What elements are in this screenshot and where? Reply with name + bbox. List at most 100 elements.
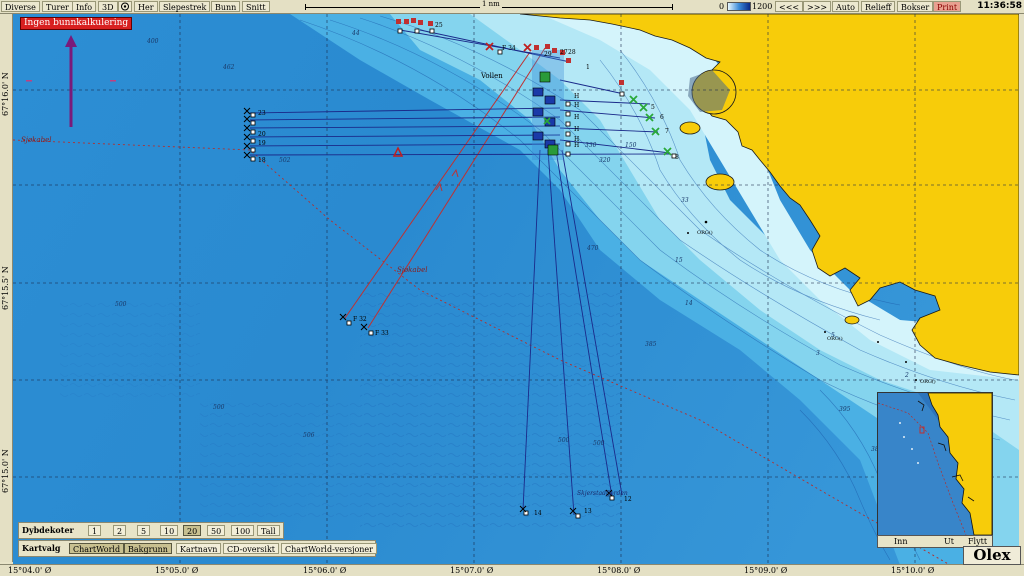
label-f32: F 32: [353, 316, 367, 323]
latitude-label-3: 67°15.0' N: [1, 449, 10, 493]
depth-color-bar[interactable]: [727, 2, 751, 11]
zoom-out-button[interactable]: <<<: [775, 1, 804, 12]
olex-logo[interactable]: Olex: [963, 546, 1021, 565]
label-f34: F 34: [502, 45, 516, 52]
label-sjokabel-2: Sjøkabel: [397, 266, 428, 274]
depth-contour-panel: Dybdekoter 1 2 5 10 20 50 100 Tall: [18, 522, 284, 539]
depth-label-3: 462: [223, 64, 235, 71]
scale-bar: 1 nm: [305, 0, 673, 10]
depth-label-22: 14: [685, 300, 693, 307]
label-skjerstad: Skjerstadfjorden: [577, 490, 628, 497]
label-23: 23: [258, 110, 266, 117]
label-vollen: Vollen: [481, 72, 503, 80]
label-8: 8: [675, 154, 679, 161]
label-h-6: H: [574, 142, 580, 149]
longitude-rule: [0, 564, 1024, 576]
depth-label-7: 506: [303, 432, 315, 439]
longitude-label-5: 15°08.0' Ø: [597, 566, 641, 575]
label-29: 29: [544, 51, 552, 58]
label-sjokabel-1: Sjøkabel: [21, 136, 52, 144]
label-27: 27: [560, 49, 568, 56]
depth-label-5: 500: [115, 301, 127, 308]
contour-option-tall[interactable]: Tall: [257, 525, 280, 536]
chartworld-button[interactable]: ChartWorld: [69, 543, 125, 554]
menu-diverse[interactable]: Diverse: [1, 1, 40, 12]
chart-selection-label: Kartvalg: [22, 543, 61, 553]
chartworld-versjoner-button[interactable]: ChartWorld-versjoner: [281, 543, 377, 554]
depth-label-12: 15: [675, 257, 683, 264]
depth-label-17: 3: [816, 350, 820, 357]
bakgrunn-button[interactable]: Bakgrunn: [124, 543, 172, 554]
label-19: 19: [258, 140, 266, 147]
contour-option-2[interactable]: 2: [113, 525, 127, 536]
menu-info[interactable]: Info: [72, 1, 97, 12]
depth-min-label: 0: [719, 2, 725, 11]
depth-label-19: 395: [839, 406, 851, 413]
label-18: 18: [258, 157, 266, 164]
chart-map[interactable]: Sjøkabel Sjøkabel Vollen Skjerstadfjorde…: [13, 14, 1019, 565]
menu-her[interactable]: Her: [134, 1, 158, 12]
depth-max-label: 1200: [752, 2, 773, 11]
clock: 11:36:58: [977, 1, 1022, 11]
orgo-label-2: ORG(): [827, 336, 843, 342]
right-rule: [1019, 14, 1024, 565]
depth-label-8: 500: [558, 437, 570, 444]
longitude-label-1: 15°04.0' Ø: [8, 566, 52, 575]
island-2: [705, 173, 735, 191]
depth-label-15: 330: [585, 142, 597, 149]
label-f33: F 33: [375, 330, 389, 337]
menu-turer[interactable]: Turer: [42, 1, 73, 12]
label-7: 7: [665, 128, 669, 135]
label-5: 5: [651, 104, 655, 111]
contour-option-50[interactable]: 50: [207, 525, 226, 536]
longitude-label-6: 15°09.0' Ø: [744, 566, 788, 575]
auto-button[interactable]: Auto: [832, 1, 859, 12]
depth-label-14: 320: [599, 157, 611, 164]
bokser-button[interactable]: Bokser: [897, 1, 934, 12]
menu-slepestrek[interactable]: Slepestrek: [159, 1, 211, 12]
label-6: 6: [660, 114, 664, 121]
label-h-2: H: [574, 102, 580, 109]
label-13: 13: [584, 508, 592, 515]
depth-label-21: 385: [645, 341, 657, 348]
label-14: 14: [534, 510, 542, 517]
island-3: [679, 121, 701, 135]
print-button[interactable]: Print: [933, 1, 962, 12]
longitude-label-2: 15°05.0' Ø: [155, 566, 199, 575]
contour-option-100[interactable]: 100: [231, 525, 255, 536]
menu-3d[interactable]: 3D: [98, 1, 118, 12]
latitude-label-1: 67°16.0' N: [1, 72, 10, 116]
overview-map[interactable]: [877, 392, 993, 536]
top-toolbar: Diverse Turer Info 3D Her Slepestrek Bun…: [0, 0, 1024, 14]
label-20: 20: [258, 131, 266, 138]
longitude-label-3: 15°06.0' Ø: [303, 566, 347, 575]
depth-label-18: 2: [905, 372, 909, 379]
overview-map-svg: [878, 393, 992, 535]
target-icon[interactable]: [118, 1, 132, 12]
latitude-label-2: 67°15.5' N: [1, 266, 10, 310]
longitude-label-7: 15°10.0' Ø: [891, 566, 935, 575]
no-bottom-calc-warning: Ingen bunnkalkulering: [20, 17, 133, 30]
depth-label-1: 44: [352, 30, 360, 37]
cd-oversikt-button[interactable]: CD-oversikt: [223, 543, 280, 554]
relieff-button[interactable]: Relieff: [861, 1, 896, 12]
depth-label-11: 33: [681, 197, 689, 204]
zoom-in-button[interactable]: >>>: [803, 1, 832, 12]
label-12: 12: [624, 496, 632, 503]
marker-cluster[interactable]: [532, 50, 564, 160]
kartnavn-button[interactable]: Kartnavn: [176, 543, 222, 554]
contour-option-20[interactable]: 20: [183, 525, 202, 536]
menu-snitt[interactable]: Snitt: [242, 1, 270, 12]
depth-label-4: 502: [279, 157, 291, 164]
overview-zoom-out-button[interactable]: Ut: [944, 536, 954, 547]
contour-option-5[interactable]: 5: [137, 525, 151, 536]
scale-label: 1 nm: [480, 0, 502, 8]
menu-bunn[interactable]: Bunn: [211, 1, 241, 12]
depth-contour-label: Dybdekoter: [22, 525, 74, 535]
contour-option-10[interactable]: 10: [160, 525, 179, 536]
label-h-4: H: [574, 126, 580, 133]
contour-option-1[interactable]: 1: [88, 525, 102, 536]
overview-zoom-in-button[interactable]: Inn: [894, 536, 907, 547]
label-25: 25: [435, 22, 443, 29]
longitude-label-4: 15°07.0' Ø: [450, 566, 494, 575]
